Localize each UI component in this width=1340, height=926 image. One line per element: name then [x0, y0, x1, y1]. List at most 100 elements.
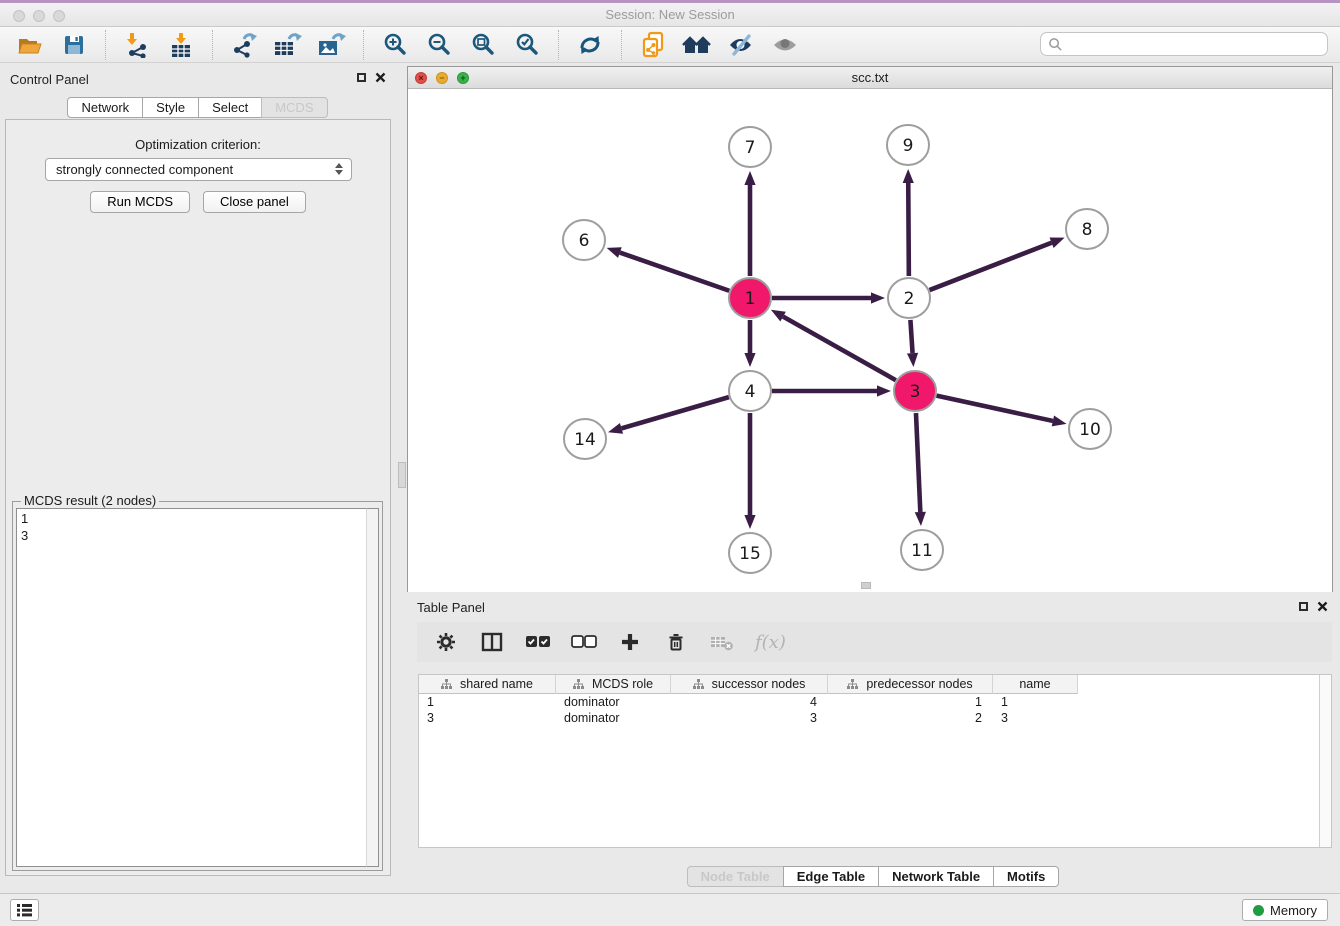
close-panel-icon[interactable]	[375, 72, 386, 83]
run-mcds-button[interactable]: Run MCDS	[90, 191, 190, 213]
zoom-in-icon[interactable]	[380, 31, 410, 59]
mcds-result-item: 1	[21, 510, 362, 527]
task-history-button[interactable]	[10, 899, 39, 921]
search-icon	[1048, 37, 1063, 52]
column-label: shared name	[460, 677, 533, 691]
edge-2-9[interactable]	[908, 183, 909, 276]
edge-2-3[interactable]	[910, 320, 912, 353]
zoom-fit-icon[interactable]	[468, 31, 498, 59]
column-header-name[interactable]: name	[993, 675, 1078, 694]
graph-node-11[interactable]: 11	[901, 530, 943, 570]
graph-node-4[interactable]: 4	[729, 371, 771, 411]
deselect-all-rows-icon[interactable]	[571, 630, 597, 654]
search-input[interactable]	[1040, 32, 1328, 56]
control-panel-title: Control Panel	[10, 72, 89, 87]
hide-elements-icon[interactable]	[726, 31, 756, 59]
minimize-window-icon[interactable]	[33, 10, 45, 22]
column-header-MCDS-role[interactable]: MCDS role	[556, 675, 671, 694]
toolbar-separator	[212, 30, 213, 60]
delete-column-icon[interactable]	[663, 630, 689, 654]
svg-text:4: 4	[745, 382, 756, 402]
edge-arrowhead	[1050, 238, 1065, 248]
graph-node-1[interactable]: 1	[729, 278, 771, 318]
float-panel-icon[interactable]	[357, 73, 366, 82]
table-cell: 3	[993, 710, 1078, 726]
memory-status-icon	[1253, 905, 1264, 916]
table-cell: dominator	[556, 694, 671, 710]
minimize-network-icon[interactable]: −	[436, 72, 448, 84]
node-table: shared name MCDS rolesuccessor nodesprede…	[418, 674, 1332, 848]
table-settings-gear-icon[interactable]	[433, 630, 459, 654]
mcds-result-scrollbar[interactable]	[366, 508, 379, 867]
home-icon[interactable]	[682, 31, 712, 59]
column-header-shared-name[interactable]: shared name	[419, 675, 556, 694]
show-elements-icon[interactable]	[770, 31, 800, 59]
graph-node-2[interactable]: 2	[888, 278, 930, 318]
tab-motifs[interactable]: Motifs	[993, 866, 1059, 887]
export-table-icon[interactable]	[273, 31, 303, 59]
graph-node-15[interactable]: 15	[729, 533, 771, 573]
tab-network[interactable]: Network	[67, 97, 143, 118]
float-table-panel-icon[interactable]	[1299, 602, 1308, 611]
select-all-rows-icon[interactable]	[525, 630, 551, 654]
maximize-network-icon[interactable]: +	[457, 72, 469, 84]
memory-label: Memory	[1270, 903, 1317, 918]
graph-node-7[interactable]: 7	[729, 127, 771, 167]
graph-node-9[interactable]: 9	[887, 125, 929, 165]
close-network-icon[interactable]: ×	[415, 72, 427, 84]
add-column-icon[interactable]	[617, 630, 643, 654]
zoom-out-icon[interactable]	[424, 31, 454, 59]
graph-node-8[interactable]: 8	[1066, 209, 1108, 249]
network-window-resize-grip[interactable]	[861, 582, 871, 589]
show-columns-icon[interactable]	[479, 630, 505, 654]
tab-mcds[interactable]: MCDS	[261, 97, 327, 118]
edge-arrowhead	[744, 171, 755, 185]
window-controls[interactable]	[13, 10, 65, 22]
table-scrollbar[interactable]	[1319, 675, 1331, 847]
toolbar-separator	[363, 30, 364, 60]
column-label: name	[1019, 677, 1050, 691]
table-row[interactable]: 3dominator323	[419, 710, 1331, 726]
edge-2-8[interactable]	[930, 243, 1052, 290]
export-image-icon[interactable]	[317, 31, 347, 59]
edge-3-1[interactable]	[783, 317, 896, 381]
table-toolbar: f(x)	[417, 622, 1332, 662]
close-window-icon[interactable]	[13, 10, 25, 22]
close-panel-button[interactable]: Close panel	[203, 191, 306, 213]
graph-node-3[interactable]: 3	[894, 371, 936, 411]
network-canvas[interactable]: 7 9 6 8 1 2 4 3 14 10 15 11	[408, 89, 1332, 592]
graph-node-10[interactable]: 10	[1069, 409, 1111, 449]
svg-text:2: 2	[904, 289, 915, 309]
edge-3-10[interactable]	[936, 396, 1052, 421]
table-cell: 1	[828, 694, 993, 710]
tab-edge-table[interactable]: Edge Table	[783, 866, 879, 887]
memory-button[interactable]: Memory	[1242, 899, 1328, 921]
tab-network-table[interactable]: Network Table	[878, 866, 994, 887]
zoom-selected-icon[interactable]	[512, 31, 542, 59]
table-row[interactable]: 1dominator411	[419, 694, 1331, 710]
tab-node-table[interactable]: Node Table	[687, 866, 784, 887]
criterion-dropdown[interactable]: strongly connected component	[45, 158, 352, 181]
zoom-window-icon[interactable]	[53, 10, 65, 22]
import-table-icon[interactable]	[166, 31, 196, 59]
column-header-predecessor-nodes[interactable]: predecessor nodes	[828, 675, 993, 694]
open-session-icon[interactable]	[15, 31, 45, 59]
edge-arrowhead	[877, 385, 891, 396]
import-network-icon[interactable]	[122, 31, 152, 59]
panel-splitter-handle[interactable]	[398, 462, 406, 488]
edge-1-6[interactable]	[620, 253, 729, 291]
graph-node-14[interactable]: 14	[564, 419, 606, 459]
close-table-panel-icon[interactable]	[1317, 601, 1328, 612]
graph-node-6[interactable]: 6	[563, 220, 605, 260]
edge-4-14[interactable]	[621, 397, 728, 428]
edge-3-11[interactable]	[916, 413, 920, 512]
column-header-successor-nodes[interactable]: successor nodes	[671, 675, 828, 694]
export-network-icon[interactable]	[229, 31, 259, 59]
network-from-selection-icon[interactable]	[638, 31, 668, 59]
mcds-result-list[interactable]: 13	[16, 508, 366, 867]
network-window-titlebar[interactable]: × − + scc.txt	[408, 67, 1332, 89]
tab-style[interactable]: Style	[142, 97, 199, 118]
tab-select[interactable]: Select	[198, 97, 262, 118]
save-session-icon[interactable]	[59, 31, 89, 59]
refresh-view-icon[interactable]	[575, 31, 605, 59]
